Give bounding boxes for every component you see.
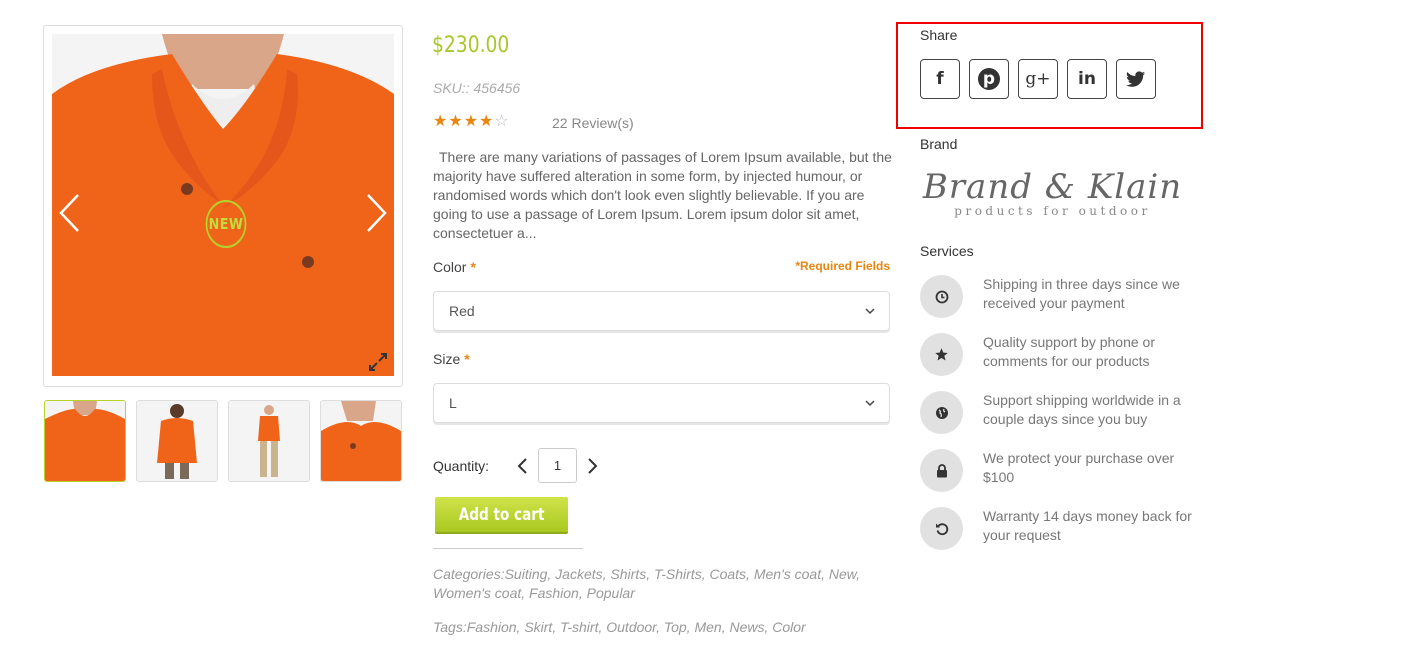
service-item: Shipping in three days since we received… [920, 275, 1193, 333]
service-item: We protect your purchase over $100 [920, 449, 1193, 507]
next-image-button[interactable] [362, 191, 392, 235]
services-title: Services [920, 243, 974, 259]
brand-logo-tagline: products for outdoor [954, 204, 1151, 218]
globe-icon [920, 391, 963, 434]
service-text: Support shipping worldwide in a couple d… [983, 392, 1181, 427]
add-to-cart-button[interactable]: Add to cart [435, 497, 568, 532]
service-text: Quality support by phone or comments for… [983, 334, 1155, 369]
size-select[interactable]: L [433, 383, 890, 423]
chevron-down-icon [865, 400, 875, 407]
expand-icon[interactable] [368, 352, 388, 372]
color-label-text: Color [433, 259, 467, 275]
twitter-icon [1126, 70, 1146, 87]
size-label-text: Size [433, 351, 461, 367]
chevron-left-icon [517, 458, 527, 474]
product-description: There are many variations of passages of… [433, 149, 892, 241]
star-filled-icon: ★ [448, 113, 463, 130]
new-badge: NEW [205, 200, 247, 248]
quantity-label: Quantity: [433, 458, 490, 474]
divider [433, 548, 583, 549]
undo-icon [920, 507, 963, 550]
linkedin-icon: in [1078, 69, 1096, 89]
service-item: Warranty 14 days money back for your req… [920, 507, 1193, 565]
pinterest-icon: p [978, 68, 1000, 90]
thumbnail-strip [44, 400, 402, 482]
service-text: Warranty 14 days money back for your req… [983, 508, 1192, 543]
brand-title: Brand [920, 136, 958, 152]
chevron-left-icon [59, 194, 79, 232]
quantity-decrease-button[interactable] [516, 457, 530, 475]
pinterest-share-button[interactable]: p [969, 59, 1009, 99]
services-list: Shipping in three days since we received… [920, 275, 1193, 565]
thumbnail-2[interactable] [136, 400, 218, 482]
service-text: We protect your purchase over $100 [983, 450, 1175, 485]
product-main-image: NEW [43, 25, 403, 387]
service-item: Quality support by phone or comments for… [920, 333, 1193, 391]
chevron-down-icon [865, 308, 875, 315]
social-share-buttons: f p g+ in [920, 59, 1156, 99]
star-filled-icon: ★ [433, 113, 448, 130]
facebook-share-button[interactable]: f [920, 59, 960, 99]
twitter-share-button[interactable] [1116, 59, 1156, 99]
lock-icon [920, 449, 963, 492]
share-title: Share [920, 27, 958, 43]
service-text: Shipping in three days since we received… [983, 276, 1180, 311]
facebook-glyph: f [936, 69, 944, 89]
prev-image-button[interactable] [54, 191, 84, 235]
color-select[interactable]: Red [433, 291, 890, 331]
product-tags: Tags:Fashion, Skirt, T-shirt, Outdoor, T… [433, 619, 806, 635]
star-filled-icon: ★ [463, 113, 479, 130]
brand-logo-name: Brand & Klain [922, 167, 1183, 207]
brand-logo[interactable]: Brand & Klain products for outdoor [920, 168, 1185, 218]
size-select-value: L [449, 395, 457, 411]
chevron-right-icon [367, 194, 387, 232]
facebook-icon: f [936, 69, 943, 89]
clock-icon [920, 275, 963, 318]
add-to-cart-label: Add to cart [458, 504, 545, 525]
required-fields-note: *Required Fields [795, 259, 890, 273]
product-categories: Categories:Suiting, Jackets, Shirts, T-S… [433, 566, 860, 601]
chevron-right-icon [588, 458, 598, 474]
reviews-link[interactable]: 22 Review(s) [552, 115, 634, 131]
linkedin-share-button[interactable]: in [1067, 59, 1107, 99]
star-filled-icon: ★ [479, 113, 494, 130]
google-plus-share-button[interactable]: g+ [1018, 59, 1058, 99]
color-label: Color * [433, 259, 476, 275]
thumbnail-1[interactable] [44, 400, 126, 482]
color-select-value: Red [449, 303, 475, 319]
star-empty-icon: ☆ [494, 113, 509, 130]
service-item: Support shipping worldwide in a couple d… [920, 391, 1193, 449]
quantity-input[interactable] [538, 448, 577, 483]
product-photo[interactable]: NEW [52, 34, 394, 376]
thumbnail-4[interactable] [320, 400, 402, 482]
required-asterisk: * [470, 259, 476, 275]
star-rating: ★ ★ ★ ★ ☆ [433, 114, 509, 130]
size-label: Size * [433, 351, 470, 367]
thumbnail-3[interactable] [228, 400, 310, 482]
google-plus-icon: g+ [1025, 69, 1051, 89]
product-price: $230.00 [432, 33, 510, 58]
quantity-increase-button[interactable] [585, 457, 599, 475]
star-icon [920, 333, 963, 376]
product-sku: SKU:: 456456 [433, 80, 521, 96]
required-asterisk: * [464, 351, 470, 367]
